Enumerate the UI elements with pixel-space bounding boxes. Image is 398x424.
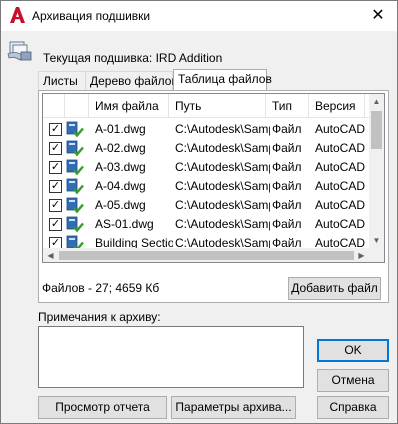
cell-version: AutoCAD 2 xyxy=(315,217,371,231)
cell-name: AS-01.dwg xyxy=(95,217,154,231)
vertical-scrollbar[interactable]: ▲ ▼ xyxy=(369,94,384,248)
dwg-file-icon xyxy=(66,178,84,195)
close-icon: ✕ xyxy=(371,7,385,24)
horizontal-scrollbar[interactable]: ◀ ▶ xyxy=(43,248,369,262)
tab-file-tree[interactable]: Дерево файлов xyxy=(85,71,178,90)
cell-version: AutoCAD 2 xyxy=(315,179,371,193)
cell-name: A-04.dwg xyxy=(95,179,146,193)
header-check[interactable] xyxy=(43,94,65,118)
cell-type: Файл xyxy=(272,141,302,155)
add-file-label: Добавить файл xyxy=(291,281,378,295)
table-header: Имя файла Путь Тип Версия Д xyxy=(43,94,379,118)
tab-sheets-label: Листы xyxy=(43,74,78,88)
cell-name: A-05.dwg xyxy=(95,198,146,212)
cell-version: AutoCAD 2 xyxy=(315,198,371,212)
archive-params-button[interactable]: Параметры архива... xyxy=(171,396,296,419)
cell-path: C:\Autodesk\Samples xyxy=(175,160,270,174)
archive-dialog: Архивация подшивки ✕ Текущая подшивка: I… xyxy=(0,0,398,424)
header-icon[interactable] xyxy=(65,94,89,118)
tab-file-tree-label: Дерево файлов xyxy=(90,74,178,88)
tab-file-table[interactable]: Таблица файлов xyxy=(173,69,272,90)
table-row[interactable]: ✓ A-01.dwg C:\Autodesk\SamplesФайл AutoCAD … xyxy=(43,120,371,139)
dwg-file-icon xyxy=(66,121,84,138)
scroll-left-icon[interactable]: ◀ xyxy=(43,248,58,262)
file-summary: Файлов - 27; 4659 Кб xyxy=(42,281,160,295)
cell-path: C:\Autodesk\Samples xyxy=(175,198,270,212)
sheet-set-icon xyxy=(7,41,32,61)
file-table-panel: Имя файла Путь Тип Версия Д ✓ A-01.dwg C:\… xyxy=(38,90,389,303)
include-file-checkbox[interactable]: ✓ xyxy=(49,199,62,212)
dwg-file-icon xyxy=(66,197,84,214)
cell-name: A-02.dwg xyxy=(95,141,146,155)
cell-version: AutoCAD 2 xyxy=(315,141,371,155)
cell-path: C:\Autodesk\Samples xyxy=(175,141,270,155)
dwg-file-icon xyxy=(66,140,84,157)
horizontal-scroll-thumb[interactable] xyxy=(59,251,354,260)
close-button[interactable]: ✕ xyxy=(367,6,389,26)
cell-path: C:\Autodesk\Samples xyxy=(175,122,270,136)
cell-type: Файл xyxy=(272,217,302,231)
title-bar: Архивация подшивки ✕ xyxy=(1,1,397,31)
archive-params-label: Параметры архива... xyxy=(175,400,292,414)
table-row[interactable]: ✓ A-05.dwg C:\Autodesk\SamplesФайл AutoCAD … xyxy=(43,196,371,215)
notes-label: Примечания к архиву: xyxy=(38,310,161,324)
cell-path: C:\Autodesk\Samples xyxy=(175,217,270,231)
scroll-up-icon[interactable]: ▲ xyxy=(369,94,384,109)
cell-type: Файл xyxy=(272,179,302,193)
tab-file-table-label: Таблица файлов xyxy=(178,72,272,86)
vertical-scroll-thumb[interactable] xyxy=(371,111,382,149)
include-file-checkbox[interactable]: ✓ xyxy=(49,180,62,193)
cell-version: AutoCAD 2 xyxy=(315,122,371,136)
archive-notes-field[interactable] xyxy=(38,326,304,388)
dwg-file-icon xyxy=(66,159,84,176)
cell-type: Файл xyxy=(272,122,302,136)
table-row[interactable]: ✓ A-04.dwg C:\Autodesk\SamplesФайл AutoCAD … xyxy=(43,177,371,196)
dwg-file-icon xyxy=(66,216,84,233)
scroll-corner xyxy=(369,248,384,262)
header-type[interactable]: Тип xyxy=(266,94,309,118)
tab-sheets[interactable]: Листы xyxy=(38,71,86,90)
header-version[interactable]: Версия xyxy=(309,94,365,118)
cell-version: AutoCAD 2 xyxy=(315,160,371,174)
table-row[interactable]: ✓ AS-01.dwg C:\Autodesk\SamplesФайл AutoCAD… xyxy=(43,215,371,234)
ok-button[interactable]: OK xyxy=(317,339,389,362)
include-file-checkbox[interactable]: ✓ xyxy=(49,142,62,155)
ok-label: OK xyxy=(344,343,362,357)
cell-type: Файл xyxy=(272,198,302,212)
cell-name: A-03.dwg xyxy=(95,160,146,174)
view-report-button[interactable]: Просмотр отчета xyxy=(38,396,167,419)
table-row[interactable]: ✓ A-03.dwg C:\Autodesk\SamplesФайл AutoCAD … xyxy=(43,158,371,177)
help-label: Справка xyxy=(329,400,377,414)
include-file-checkbox[interactable]: ✓ xyxy=(49,218,62,231)
table-row[interactable]: ✓ A-02.dwg C:\Autodesk\SamplesФайл AutoCAD … xyxy=(43,139,371,158)
view-report-label: Просмотр отчета xyxy=(55,400,150,414)
cancel-button[interactable]: Отмена xyxy=(317,369,389,392)
add-file-button[interactable]: Добавить файл xyxy=(288,277,381,300)
cell-path: C:\Autodesk\Samples xyxy=(175,179,270,193)
help-button[interactable]: Справка xyxy=(317,396,389,419)
window-title: Архивация подшивки xyxy=(32,9,151,23)
scroll-down-icon[interactable]: ▼ xyxy=(369,233,384,248)
include-file-checkbox[interactable]: ✓ xyxy=(49,161,62,174)
header-path[interactable]: Путь xyxy=(169,94,266,118)
cell-name: A-01.dwg xyxy=(95,122,146,136)
autocad-logo-icon xyxy=(10,7,25,23)
include-file-checkbox[interactable]: ✓ xyxy=(49,123,62,136)
scroll-right-icon[interactable]: ▶ xyxy=(354,248,369,262)
file-table[interactable]: Имя файла Путь Тип Версия Д ✓ A-01.dwg C:\… xyxy=(42,93,385,263)
cancel-label: Отмена xyxy=(331,373,375,387)
cell-type: Файл xyxy=(272,160,302,174)
header-filename[interactable]: Имя файла xyxy=(89,94,169,118)
current-sheet-set-label: Текущая подшивка: IRD Addition xyxy=(43,51,223,65)
